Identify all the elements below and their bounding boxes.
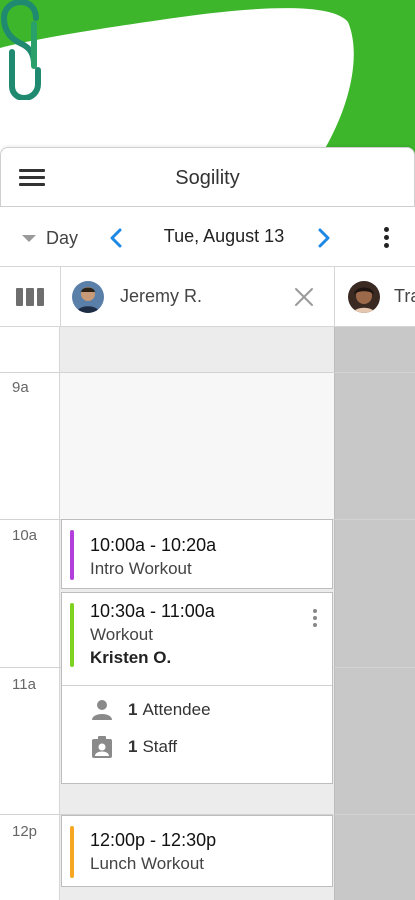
view-selector[interactable]: Day [22, 225, 78, 251]
view-label: Day [46, 227, 79, 248]
event-name: Lunch Workout [90, 854, 205, 873]
sogility-logo [0, 0, 41, 100]
avatar [72, 281, 104, 313]
staff-count-label: Staff [142, 737, 178, 756]
staff-name: Jeremy R. [120, 286, 203, 306]
hour-label: 10a [12, 527, 38, 544]
person-icon [92, 700, 112, 720]
staff-column-header: Jeremy R. Tra [0, 267, 415, 327]
chevron-right-icon[interactable] [313, 226, 335, 250]
brand-header [0, 0, 415, 160]
avatar [348, 281, 380, 313]
more-vertical-icon[interactable] [376, 227, 396, 253]
current-date: Tue, August 13 [163, 226, 285, 246]
event-name: Intro Workout [90, 559, 192, 578]
app-title: Sogility [175, 167, 240, 189]
attendee-count-value: 1 [128, 700, 138, 719]
event-name: Workout [90, 625, 153, 644]
hour-label: 11a [12, 676, 36, 693]
staff-name: Tra [394, 286, 415, 306]
column-view-icon[interactable] [16, 288, 44, 306]
schedule-grid: 9a 10a 11a 12p 10:00a - 10:20a Intro Wor… [0, 327, 415, 900]
column-divider [334, 267, 335, 327]
attendee-count: 1 Attendee [90, 698, 211, 722]
appointment-card[interactable]: 12:00p - 12:30p Lunch Workout [61, 815, 333, 887]
chevron-left-icon[interactable] [105, 226, 127, 250]
column-divider [60, 267, 61, 327]
brand-background-shape [0, 0, 415, 160]
available-slot[interactable] [60, 372, 334, 519]
event-color-bar [70, 826, 74, 878]
more-vertical-icon[interactable] [308, 609, 322, 635]
event-time: 12:00p - 12:30p [90, 830, 217, 850]
staff-badge-icon [92, 736, 112, 758]
close-icon[interactable] [292, 285, 316, 309]
staff-count: 1 Staff [90, 735, 177, 759]
calendar-toolbar: Day Tue, August 13 [0, 207, 415, 267]
event-color-bar [70, 530, 74, 580]
hour-label: 9a [12, 379, 29, 396]
app-bar: Sogility [0, 147, 415, 207]
event-time: 10:00a - 10:20a [90, 535, 217, 555]
dropdown-caret-icon [22, 234, 36, 242]
event-color-bar [70, 603, 74, 667]
staff-count-value: 1 [128, 737, 138, 756]
hour-line [0, 372, 415, 373]
appointment-card[interactable]: 10:00a - 10:20a Intro Workout [61, 519, 333, 589]
appointment-card[interactable]: 10:30a - 11:00a Workout Kristen O. 1 Att… [61, 592, 333, 784]
event-time: 10:30a - 11:00a [90, 601, 215, 621]
divider [62, 685, 332, 686]
event-client: Kristen O. [90, 648, 172, 667]
hour-label: 12p [12, 823, 38, 840]
attendee-count-label: Attendee [142, 700, 211, 719]
